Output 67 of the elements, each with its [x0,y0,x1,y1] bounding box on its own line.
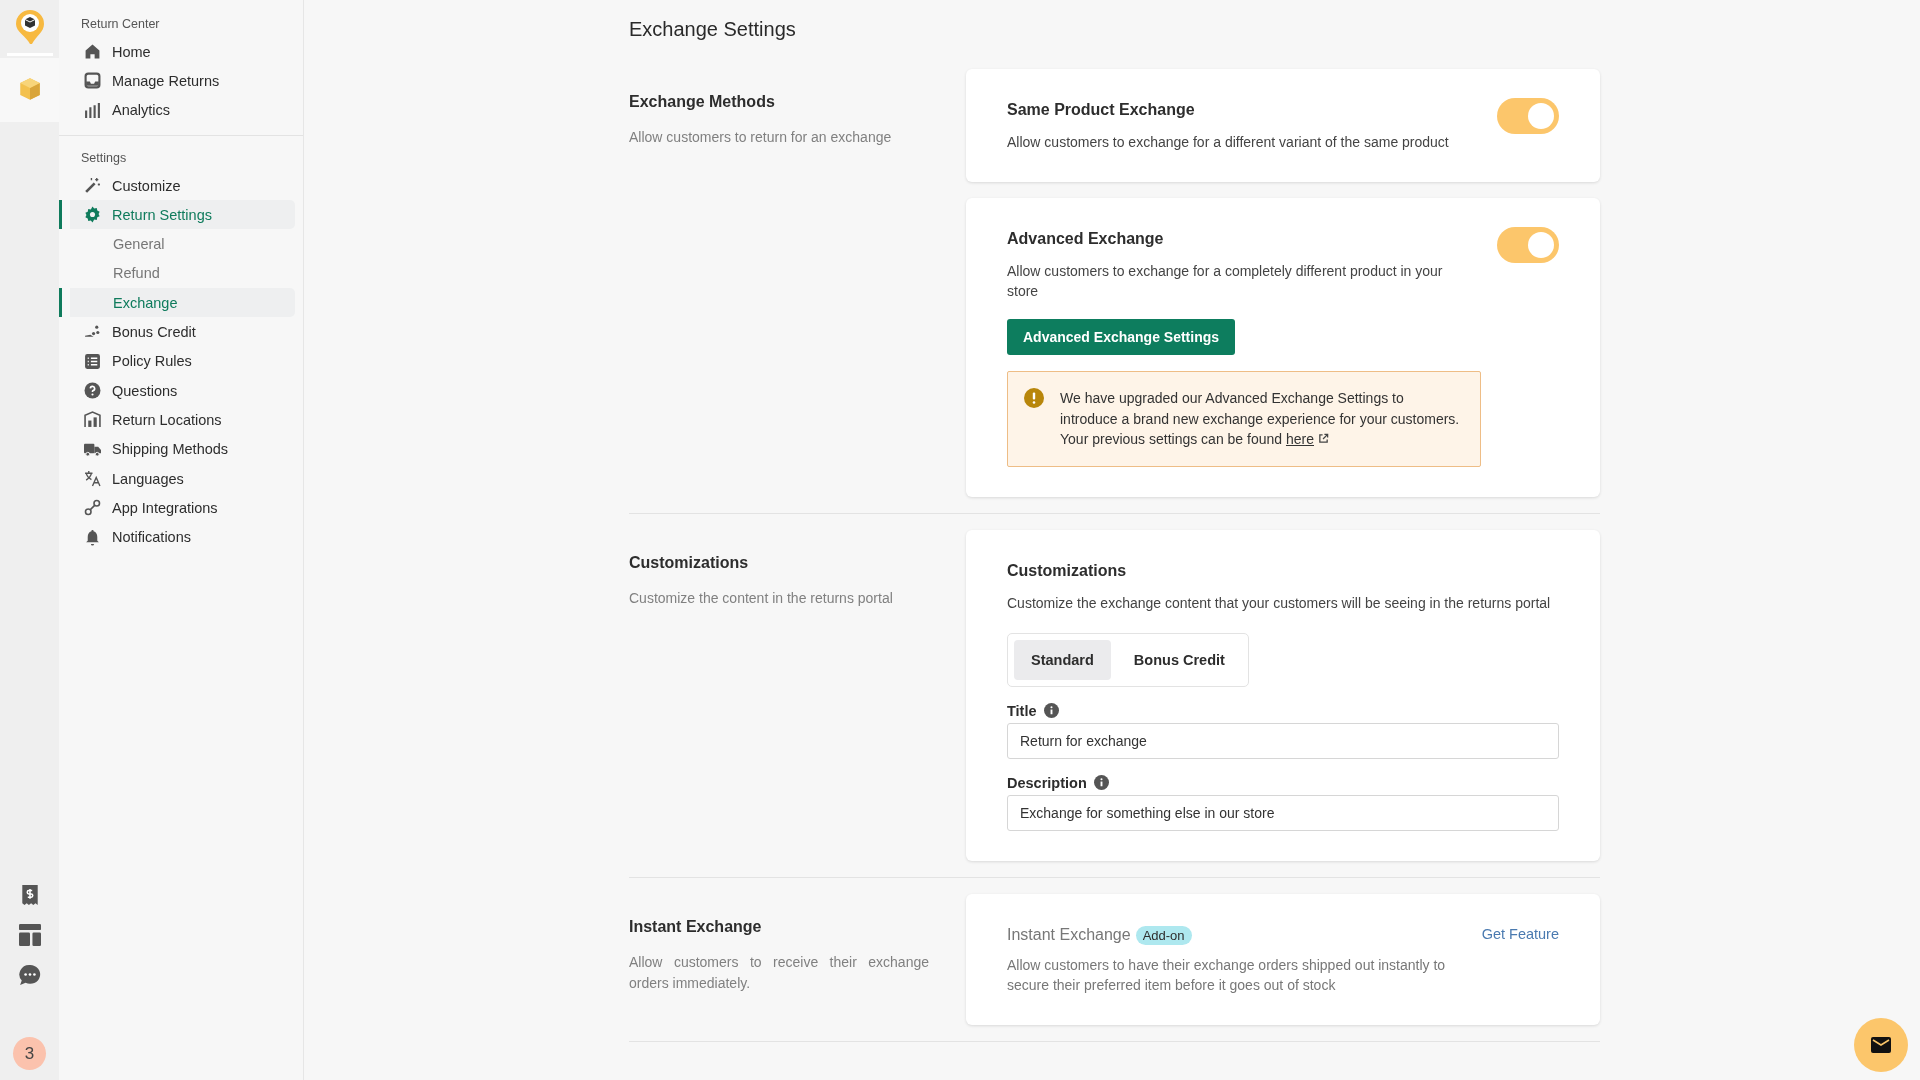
sidebar-subitem[interactable]: Refund [59,258,295,289]
sidebar-item[interactable]: Languages [59,463,295,494]
sidebar-item[interactable]: Home [59,37,295,67]
field-label: Title [1007,702,1037,719]
sidebar-item[interactable]: Manage Returns [59,66,295,96]
add-on-tag: Add-on [1135,925,1192,945]
segment-tab[interactable]: Bonus Credit [1116,639,1242,680]
sidebar-item[interactable]: Return Locations [59,405,295,435]
sidebar-item[interactable]: Analytics [59,95,295,125]
info-icon[interactable] [1043,703,1059,718]
sidebar-item[interactable]: Shipping Methods [59,434,295,464]
list-icon [84,352,101,370]
card-description: Allow customers to exchange for a completely different product in your store [1007,262,1444,301]
here-link[interactable]: here [1285,431,1329,447]
field-label: Description [1007,774,1087,791]
card-title: Customizations [1007,561,1128,580]
card-title: Same Product Exchange [1007,101,1196,119]
section-label: Settings [80,149,128,167]
sidebar-item[interactable]: Return Settings [59,200,295,230]
gear-icon [84,206,101,224]
bar-chart-icon [84,101,101,119]
notice-text: We have upgraded our Advanced Exchange Settings to introduce a brand new exchange experience for your customers. Your previous settings can be found here [1060,389,1461,449]
logo-icon [14,8,45,45]
page-title: Exchange Settings [629,18,797,41]
card-title: Advanced Exchange [1007,230,1165,248]
sidebar-item[interactable]: Questions [59,375,295,406]
link-icon [84,499,101,517]
sidebar-item[interactable]: App Integrations [59,493,295,523]
section-title: Customizations [629,553,750,572]
section-label: Return Center [80,16,161,33]
text-input-field[interactable]: Exchange for something else in our store [1007,794,1559,831]
info-icon[interactable] [1093,775,1109,790]
segment-tab[interactable]: Standard [1014,639,1111,680]
chat-icon[interactable] [18,964,41,986]
bell-icon [84,528,101,546]
magic-wand-icon [84,177,101,195]
mail-button[interactable] [1854,1018,1908,1072]
warning-icon [1024,388,1044,408]
card-description: Allow customers to have their exchange orders shipped out instantly to secure their preferred item before it goes out of stock [1007,955,1447,995]
sidebar-item[interactable]: Notifications [59,522,295,552]
warehouse-icon [84,411,101,429]
sidebar-item[interactable]: Customize [59,170,295,201]
question-icon [84,382,101,400]
sidebar-item[interactable]: Bonus Credit [59,317,295,347]
layout-icon[interactable] [18,924,41,946]
section-description: Allow customers to return for an exchange [629,128,893,147]
toggle-switch[interactable] [1497,98,1559,134]
section-description: Allow customers to receive their exchange orders immediately. [629,952,929,993]
inbox-icon [84,72,101,90]
sidebar-subitem[interactable]: Exchange [59,288,295,318]
section-description: Customize the content in the returns portal [629,588,894,608]
sidebar-item[interactable]: Policy Rules [59,346,295,376]
text-input-field[interactable]: Return for exchange [1007,722,1559,759]
home-icon [84,43,101,61]
card-description: Customize the exchange content that your customers will be seeing in the returns portal [1007,593,1552,613]
external-link-icon [1318,433,1329,444]
sidebar-subitem[interactable]: General [59,229,295,259]
section-title: Exchange Methods [629,93,776,111]
app-tile[interactable] [0,58,59,122]
notification-count-badge[interactable]: 3 [13,1037,46,1070]
card-title: Instant Exchange [1007,926,1131,944]
mail-icon [1871,1037,1891,1053]
section-title: Instant Exchange [629,917,763,936]
toggle-switch[interactable] [1497,227,1559,263]
translate-icon [84,470,101,487]
advanced-settings-button[interactable]: Advanced Exchange Settings [1007,319,1236,355]
card-description: Allow customers to exchange for a different variant of the same product [1007,133,1450,152]
